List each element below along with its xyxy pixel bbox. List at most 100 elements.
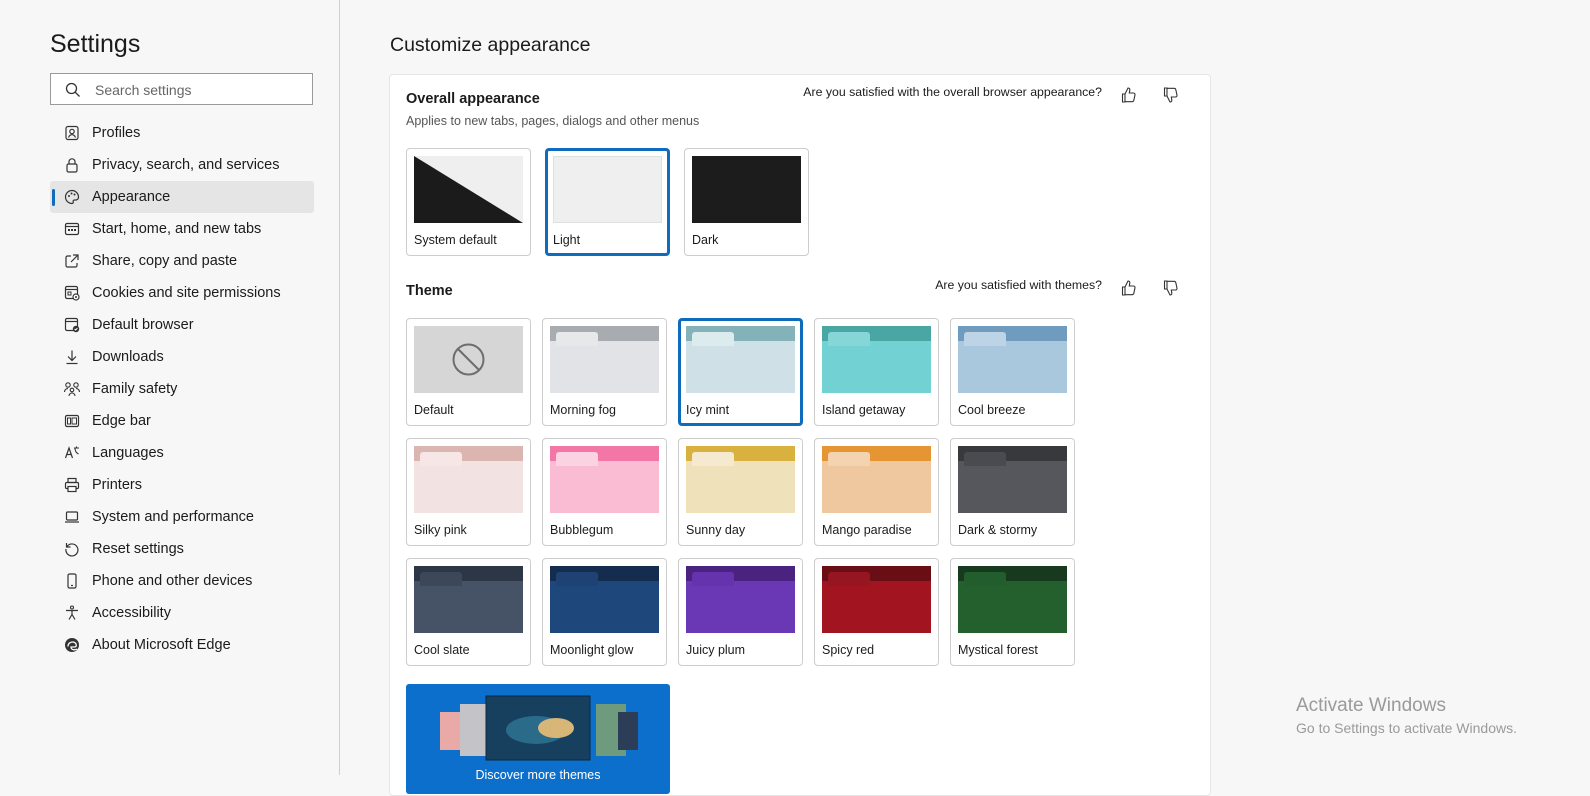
sidebar-item-label: Downloads — [92, 349, 164, 365]
theme-preview-tab — [964, 332, 1006, 346]
theme-feedback-question: Are you satisfied with themes? — [935, 278, 1102, 292]
sidebar-item-accessibility[interactable]: Accessibility — [50, 597, 314, 629]
sidebar-item-cookies[interactable]: Cookies and site permissions — [50, 277, 314, 309]
sidebar-item-privacy[interactable]: Privacy, search, and services — [50, 149, 314, 181]
system-default-preview — [414, 156, 523, 223]
theme-preview — [822, 566, 931, 633]
theme-option-island-getaway[interactable]: Island getaway — [814, 318, 939, 426]
theme-option-spicy-red[interactable]: Spicy red — [814, 558, 939, 666]
no-theme-icon — [452, 343, 485, 376]
browser-icon — [63, 316, 81, 334]
theme-preview-tab — [692, 572, 734, 586]
theme-preview-tab — [556, 332, 598, 346]
activate-windows-subtitle: Go to Settings to activate Windows. — [1296, 720, 1517, 736]
appearance-option-light[interactable]: Light — [545, 148, 670, 256]
thumbs-down-icon[interactable] — [1162, 279, 1180, 297]
theme-option-label: Icy mint — [686, 403, 730, 417]
theme-option-cool-slate[interactable]: Cool slate — [406, 558, 531, 666]
settings-title: Settings — [50, 30, 141, 58]
sidebar-item-family-safety[interactable]: Family safety — [50, 373, 314, 405]
family-icon — [63, 380, 81, 398]
theme-option-icy-mint[interactable]: Icy mint — [678, 318, 803, 426]
theme-option-moonlight-glow[interactable]: Moonlight glow — [542, 558, 667, 666]
appearance-option-label: System default — [414, 233, 497, 247]
sidebar-item-languages[interactable]: Languages — [50, 437, 314, 469]
theme-option-mystical-forest[interactable]: Mystical forest — [950, 558, 1075, 666]
search-input[interactable] — [95, 80, 305, 100]
sidebar-item-label: Default browser — [92, 317, 194, 333]
theme-preview — [414, 566, 523, 633]
appearance-option-system-default[interactable]: System default — [406, 148, 531, 256]
activate-windows-title: Activate Windows — [1296, 695, 1446, 716]
discover-more-themes-tile[interactable]: Discover more themes — [406, 684, 670, 794]
sidebar-item-label: Privacy, search, and services — [92, 157, 280, 173]
sidebar-item-phone-devices[interactable]: Phone and other devices — [50, 565, 314, 597]
theme-option-cool-breeze[interactable]: Cool breeze — [950, 318, 1075, 426]
phone-icon — [63, 572, 81, 590]
theme-preview-body — [414, 581, 523, 633]
sidebar-item-label: Start, home, and new tabs — [92, 221, 262, 237]
sidebar-item-label: Printers — [92, 477, 142, 493]
theme-option-label: Island getaway — [822, 403, 906, 417]
appearance-option-label: Light — [553, 233, 581, 247]
theme-option-sunny-day[interactable]: Sunny day — [678, 438, 803, 546]
theme-preview — [550, 326, 659, 393]
sidebar-item-label: Family safety — [92, 381, 178, 397]
download-icon — [63, 348, 81, 366]
appearance-option-label: Dark — [692, 233, 719, 247]
theme-preview-body — [550, 581, 659, 633]
theme-preview-tab — [420, 572, 462, 586]
theme-preview — [958, 446, 1067, 513]
lock-icon — [63, 156, 81, 174]
theme-preview-tab — [556, 452, 598, 466]
theme-preview — [550, 566, 659, 633]
theme-preview-body — [550, 341, 659, 393]
cookies-icon — [63, 284, 81, 302]
theme-option-label: Dark & stormy — [958, 523, 1038, 537]
theme-option-bubblegum[interactable]: Bubblegum — [542, 438, 667, 546]
sidebar-item-reset-settings[interactable]: Reset settings — [50, 533, 314, 565]
sidebar-item-downloads[interactable]: Downloads — [50, 341, 314, 373]
theme-option-juicy-plum[interactable]: Juicy plum — [678, 558, 803, 666]
search-icon — [65, 82, 80, 97]
edge-logo-icon — [63, 636, 81, 654]
theme-preview-tab — [420, 452, 462, 466]
appearance-option-dark[interactable]: Dark — [684, 148, 809, 256]
sidebar-item-printers[interactable]: Printers — [50, 469, 314, 501]
theme-preview — [958, 326, 1067, 393]
sidebar-item-start-home-tabs[interactable]: Start, home, and new tabs — [50, 213, 314, 245]
settings-nav: Profiles Privacy, search, and services A… — [50, 117, 314, 661]
sidebar-item-system-performance[interactable]: System and performance — [50, 501, 314, 533]
theme-preview-tab — [964, 572, 1006, 586]
sidebar-item-appearance[interactable]: Appearance — [50, 181, 314, 213]
theme-option-label: Morning fog — [550, 403, 617, 417]
thumbs-up-icon[interactable] — [1120, 86, 1138, 104]
light-preview — [553, 156, 662, 223]
theme-option-default[interactable]: Default — [406, 318, 531, 426]
theme-preview-tab — [692, 452, 734, 466]
theme-preview-body — [686, 461, 795, 513]
theme-option-morning-fog[interactable]: Morning fog — [542, 318, 667, 426]
palette-icon — [63, 188, 81, 206]
sidebar-item-about-edge[interactable]: About Microsoft Edge — [50, 629, 314, 661]
search-box[interactable] — [50, 73, 313, 105]
theme-option-dark-stormy[interactable]: Dark & stormy — [950, 438, 1075, 546]
theme-option-silky-pink[interactable]: Silky pink — [406, 438, 531, 546]
thumbs-down-icon[interactable] — [1162, 86, 1180, 104]
theme-preview — [958, 566, 1067, 633]
thumbs-up-icon[interactable] — [1120, 279, 1138, 297]
sidebar-item-edge-bar[interactable]: Edge bar — [50, 405, 314, 437]
appearance-card: Overall appearance Applies to new tabs, … — [389, 74, 1211, 796]
page-title: Customize appearance — [390, 34, 591, 56]
theme-option-mango-paradise[interactable]: Mango paradise — [814, 438, 939, 546]
theme-preview-body — [958, 581, 1067, 633]
sidebar-item-default-browser[interactable]: Default browser — [50, 309, 314, 341]
theme-preview — [686, 566, 795, 633]
sidebar-item-share-copy-paste[interactable]: Share, copy and paste — [50, 245, 314, 277]
discover-more-themes-label: Discover more themes — [475, 768, 601, 782]
sidebar-item-profiles[interactable]: Profiles — [50, 117, 314, 149]
theme-preview-tab — [556, 572, 598, 586]
sidebar-item-label: Profiles — [92, 125, 141, 141]
theme-preview — [414, 326, 523, 393]
theme-option-label: Cool slate — [414, 643, 470, 657]
